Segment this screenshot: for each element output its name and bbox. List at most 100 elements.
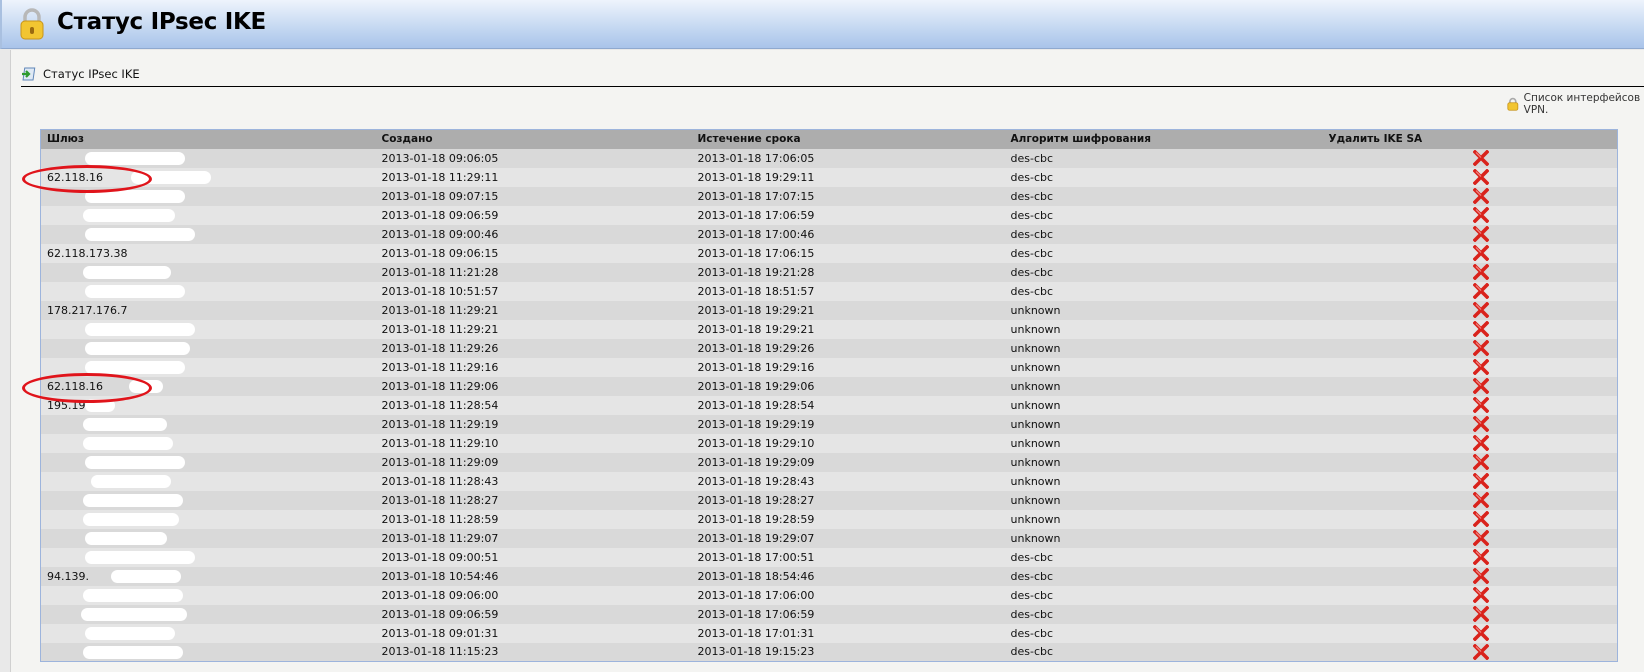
delete-x-icon[interactable] <box>1472 340 1489 356</box>
expires-cell: 2013-01-18 19:29:21 <box>697 300 1011 320</box>
created-cell: 2013-01-18 09:06:59 <box>381 205 698 225</box>
delete-cell <box>1328 205 1618 225</box>
delete-x-icon[interactable] <box>1472 587 1489 603</box>
delete-x-icon[interactable] <box>1472 359 1489 375</box>
gateway-cell: 62.118.16 <box>40 167 382 187</box>
delete-cell <box>1328 167 1618 187</box>
delete-cell <box>1328 300 1618 320</box>
created-cell: 2013-01-18 09:00:51 <box>381 547 698 567</box>
algorithm-cell: unknown <box>1010 528 1329 548</box>
algorithm-cell: unknown <box>1010 300 1329 320</box>
table-row: 2013-01-18 10:51:57 2013-01-18 18:51:57 … <box>40 281 1618 301</box>
delete-x-icon[interactable] <box>1472 283 1489 299</box>
delete-x-icon[interactable] <box>1472 245 1489 261</box>
expires-cell: 2013-01-18 17:06:15 <box>697 243 1011 263</box>
breadcrumb-label: Статус IPsec IKE <box>43 67 140 81</box>
algorithm-cell: unknown <box>1010 433 1329 453</box>
algorithm-cell: des-cbc <box>1010 642 1329 662</box>
delete-x-icon[interactable] <box>1472 435 1489 451</box>
table-row: 2013-01-18 11:29:19 2013-01-18 19:29:19 … <box>40 414 1618 434</box>
gateway-cell <box>40 357 382 377</box>
delete-cell <box>1328 490 1618 510</box>
algorithm-cell: des-cbc <box>1010 224 1329 244</box>
table-row: 62.118.173.38 2013-01-18 09:06:15 2013-0… <box>40 243 1618 263</box>
table-row: 2013-01-18 11:29:26 2013-01-18 19:29:26 … <box>40 338 1618 358</box>
table-row: 2013-01-18 11:28:59 2013-01-18 19:28:59 … <box>40 509 1618 529</box>
gateway-cell <box>40 414 382 434</box>
created-cell: 2013-01-18 11:29:26 <box>381 338 698 358</box>
algorithm-cell: des-cbc <box>1010 186 1329 206</box>
algorithm-cell: unknown <box>1010 471 1329 491</box>
delete-x-icon[interactable] <box>1472 302 1489 318</box>
table-row: 2013-01-18 11:28:27 2013-01-18 19:28:27 … <box>40 490 1618 510</box>
created-cell: 2013-01-18 11:29:11 <box>381 167 698 187</box>
algorithm-cell: unknown <box>1010 376 1329 396</box>
delete-x-icon[interactable] <box>1472 169 1489 185</box>
algorithm-cell: unknown <box>1010 395 1329 415</box>
redaction-mark <box>83 208 175 222</box>
created-cell: 2013-01-18 10:54:46 <box>381 566 698 586</box>
column-header-expires: Истечение срока <box>697 129 1011 149</box>
expires-cell: 2013-01-18 19:28:27 <box>697 490 1011 510</box>
delete-x-icon[interactable] <box>1472 549 1489 565</box>
redaction-mark <box>83 645 183 659</box>
divider <box>21 86 1644 87</box>
expires-cell: 2013-01-18 19:29:09 <box>697 452 1011 472</box>
gateway-cell <box>40 224 382 244</box>
expires-cell: 2013-01-18 17:06:59 <box>697 205 1011 225</box>
delete-x-icon[interactable] <box>1472 416 1489 432</box>
table-row: 2013-01-18 09:06:59 2013-01-18 17:06:59 … <box>40 604 1618 624</box>
redaction-mark <box>85 550 195 564</box>
delete-x-icon[interactable] <box>1472 264 1489 280</box>
redaction-mark <box>85 151 185 165</box>
table-row: 2013-01-18 11:29:10 2013-01-18 19:29:10 … <box>40 433 1618 453</box>
delete-cell <box>1328 528 1618 548</box>
delete-x-icon[interactable] <box>1472 397 1489 413</box>
delete-x-icon[interactable] <box>1472 226 1489 242</box>
created-cell: 2013-01-18 11:29:06 <box>381 376 698 396</box>
delete-cell <box>1328 319 1618 339</box>
expires-cell: 2013-01-18 19:29:16 <box>697 357 1011 377</box>
created-cell: 2013-01-18 11:28:54 <box>381 395 698 415</box>
created-cell: 2013-01-18 09:06:05 <box>381 148 698 168</box>
algorithm-cell: unknown <box>1010 414 1329 434</box>
delete-cell <box>1328 262 1618 282</box>
column-header-delete: Удалить IKE SA <box>1328 129 1618 149</box>
created-cell: 2013-01-18 10:51:57 <box>381 281 698 301</box>
delete-x-icon[interactable] <box>1472 511 1489 527</box>
redaction-mark <box>85 626 175 640</box>
table-row: 94.139. 2013-01-18 10:54:46 2013-01-18 1… <box>40 566 1618 586</box>
gateway-cell <box>40 186 382 206</box>
algorithm-cell: des-cbc <box>1010 566 1329 586</box>
vpn-interfaces-link[interactable]: Список интерфейсов VPN. <box>1507 92 1644 116</box>
expires-cell: 2013-01-18 19:29:26 <box>697 338 1011 358</box>
delete-x-icon[interactable] <box>1472 321 1489 337</box>
redaction-mark <box>83 436 173 450</box>
column-header-delete-label: Удалить IKE SA <box>1328 133 1423 146</box>
page-arrow-icon <box>22 67 36 81</box>
delete-x-icon[interactable] <box>1472 207 1489 223</box>
column-header-created: Создано <box>381 129 698 149</box>
delete-x-icon[interactable] <box>1472 643 1489 660</box>
delete-x-icon[interactable] <box>1472 188 1489 204</box>
delete-x-icon[interactable] <box>1472 568 1489 584</box>
redaction-mark <box>85 341 190 355</box>
delete-x-icon[interactable] <box>1472 625 1489 641</box>
gateway-cell <box>40 262 382 282</box>
table-header-row: Шлюз Создано Истечение срока Алгоритм ши… <box>40 129 1618 149</box>
expires-cell: 2013-01-18 17:00:46 <box>697 224 1011 244</box>
delete-x-icon[interactable] <box>1472 492 1489 508</box>
table-row: 2013-01-18 11:29:07 2013-01-18 19:29:07 … <box>40 528 1618 548</box>
expires-cell: 2013-01-18 17:06:00 <box>697 585 1011 605</box>
delete-x-icon[interactable] <box>1472 530 1489 546</box>
delete-x-icon[interactable] <box>1472 378 1489 394</box>
table-row: 2013-01-18 09:01:31 2013-01-18 17:01:31 … <box>40 623 1618 643</box>
delete-x-icon[interactable] <box>1472 473 1489 489</box>
delete-x-icon[interactable] <box>1472 606 1489 622</box>
delete-cell <box>1328 509 1618 529</box>
delete-x-icon[interactable] <box>1472 150 1489 166</box>
algorithm-cell: des-cbc <box>1010 148 1329 168</box>
delete-cell <box>1328 585 1618 605</box>
gateway-cell: 94.139. <box>40 566 382 586</box>
delete-x-icon[interactable] <box>1472 454 1489 470</box>
